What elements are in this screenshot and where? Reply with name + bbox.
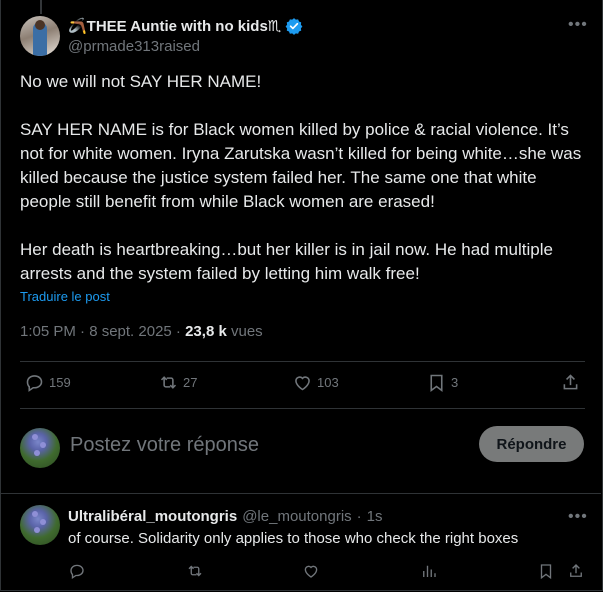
like-action[interactable]: 103 <box>292 372 339 393</box>
reply-views-action[interactable] <box>420 562 438 585</box>
reply-count: 159 <box>49 375 71 390</box>
bookmark-icon <box>540 564 552 580</box>
reply-author-name[interactable]: Ultralibéral_moutongris <box>68 508 237 525</box>
reply-input[interactable]: Postez votre réponse <box>70 434 259 457</box>
heart-icon <box>304 565 318 578</box>
author-display-name[interactable]: 🪃THEE Auntie with no kids♏ <box>68 17 281 35</box>
author-name-row[interactable]: 🪃THEE Auntie with no kids♏ <box>68 17 303 35</box>
author-avatar[interactable] <box>20 16 60 56</box>
reply-bookmark-action[interactable] <box>537 562 555 585</box>
reply-button[interactable]: Répondre <box>479 426 584 462</box>
post-paragraph: No we will not SAY HER NAME! <box>20 72 262 91</box>
avatar-flower <box>32 434 38 440</box>
repost-icon <box>160 376 177 389</box>
avatar-flower <box>34 450 40 456</box>
reply-like-action[interactable] <box>302 562 320 585</box>
more-icon[interactable]: ••• <box>568 508 588 526</box>
bookmark-count: 3 <box>451 375 459 390</box>
share-icon <box>570 564 582 577</box>
avatar-flower <box>34 527 40 533</box>
reply-repost-action[interactable] <box>186 562 204 585</box>
reply-icon <box>70 564 84 580</box>
repost-icon <box>188 565 202 577</box>
reply-share-action[interactable] <box>567 562 585 585</box>
avatar-flower <box>40 519 46 525</box>
more-icon[interactable]: ••• <box>568 16 588 34</box>
verified-badge-icon <box>285 18 303 35</box>
views-label: vues <box>226 323 263 340</box>
post-paragraph: Her death is heartbreaking…but her kille… <box>20 240 553 283</box>
divider <box>0 493 601 494</box>
translate-post-link[interactable]: Traduire le post <box>20 289 110 304</box>
share-action[interactable] <box>560 372 581 393</box>
thread-connector-line <box>40 0 42 14</box>
post-metadata: 1:05 PM · 8 sept. 2025 · 23,8 k vues <box>20 323 263 340</box>
views-chart-icon <box>423 565 436 577</box>
reply-action[interactable]: 159 <box>24 372 71 393</box>
divider <box>20 361 585 362</box>
author-handle[interactable]: @prmade313raised <box>68 38 200 55</box>
heart-icon <box>295 376 310 391</box>
post-text: No we will not SAY HER NAME! SAY HER NAM… <box>20 70 585 310</box>
reply-icon <box>26 375 43 392</box>
like-count: 103 <box>317 375 339 390</box>
divider <box>20 408 585 409</box>
post-paragraph: SAY HER NAME is for Black women killed b… <box>20 120 582 211</box>
avatar-flower <box>40 442 46 448</box>
post-action-bar: 159 27 103 3 <box>20 372 585 396</box>
reply-timestamp[interactable]: 1s <box>367 508 383 525</box>
reply-text: of course. Solidarity only applies to th… <box>68 530 519 547</box>
views-count: 23,8 k <box>185 323 227 340</box>
avatar-flower <box>32 511 38 517</box>
reply-author-handle[interactable]: @le_moutongris <box>242 508 351 525</box>
viewer-avatar[interactable] <box>20 428 60 468</box>
post-timestamp[interactable]: 1:05 PM · 8 sept. 2025 · <box>20 323 185 340</box>
bookmark-action[interactable]: 3 <box>426 372 458 393</box>
reply-author-row: Ultralibéral_moutongris @le_moutongris ·… <box>68 508 383 525</box>
avatar-head <box>35 20 45 30</box>
reply-reply-action[interactable] <box>68 562 86 585</box>
repost-count: 27 <box>183 375 198 390</box>
repost-action[interactable]: 27 <box>158 372 197 393</box>
reply-separator: · <box>356 508 362 525</box>
share-icon <box>563 374 578 390</box>
bookmark-icon <box>430 374 443 392</box>
reply-author-avatar[interactable] <box>20 505 60 545</box>
